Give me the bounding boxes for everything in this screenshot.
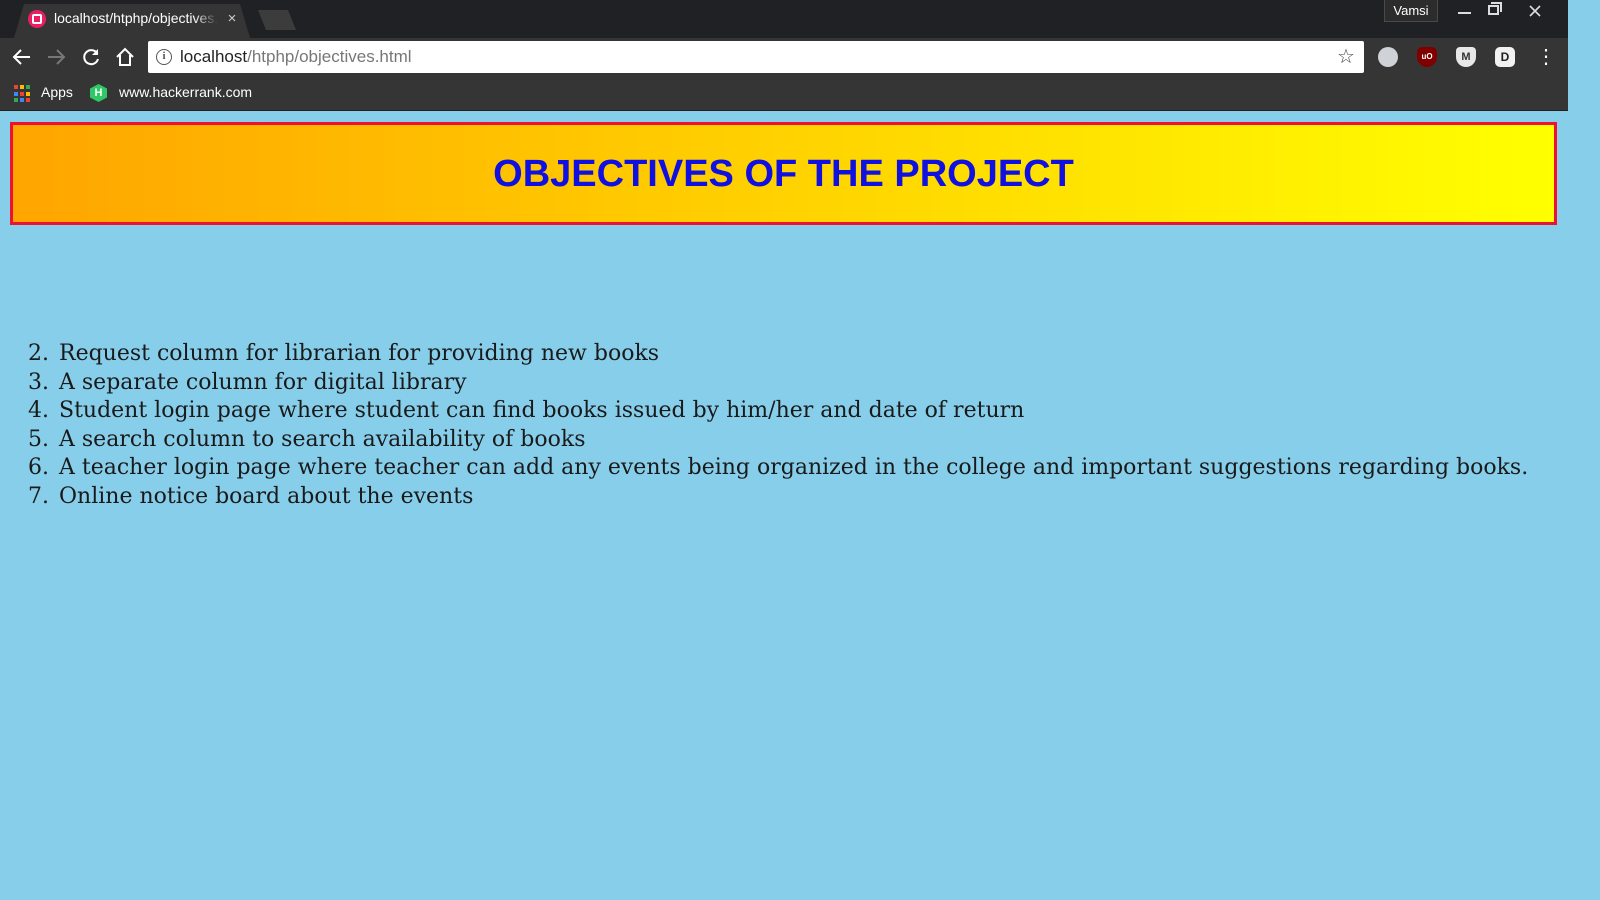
url-host: localhost bbox=[180, 47, 248, 66]
ublock-icon[interactable]: uO bbox=[1417, 47, 1437, 67]
bookmark-apps[interactable]: Apps bbox=[41, 84, 73, 100]
box-extension-icon[interactable]: D bbox=[1495, 47, 1515, 67]
list-item-text: Request column for librarian for providi… bbox=[59, 341, 660, 366]
close-icon bbox=[1529, 5, 1541, 17]
list-item: 5. A search column to search availability… bbox=[28, 426, 1538, 455]
bookmarks-bar: Apps H www.hackerrank.com bbox=[0, 76, 1568, 111]
objectives-list: 2. Request column for librarian for provi… bbox=[28, 340, 1538, 511]
list-item-number: 5. bbox=[28, 426, 49, 452]
hackerrank-icon[interactable]: H bbox=[90, 84, 107, 102]
list-item: 7. Online notice board about the events bbox=[28, 483, 1538, 512]
list-item-text: Student login page where student can fin… bbox=[59, 398, 1025, 423]
title-banner: OBJECTIVES OF THE PROJECT bbox=[10, 122, 1557, 225]
site-favicon-icon bbox=[28, 10, 46, 28]
minimize-icon bbox=[1458, 12, 1471, 14]
tab-close-icon[interactable]: × bbox=[224, 9, 240, 29]
url-text[interactable]: localhost/htphp/objectives.html bbox=[180, 47, 412, 67]
home-icon bbox=[116, 47, 134, 66]
back-arrow-icon bbox=[12, 49, 30, 65]
page-content: OBJECTIVES OF THE PROJECT 2. Request colu… bbox=[0, 111, 1568, 882]
restore-button[interactable] bbox=[1480, 0, 1510, 22]
new-tab-button[interactable] bbox=[258, 10, 296, 30]
minimize-button[interactable] bbox=[1450, 0, 1480, 22]
bookmark-hackerrank[interactable]: www.hackerrank.com bbox=[119, 84, 252, 100]
list-item-number: 7. bbox=[28, 483, 49, 509]
restore-icon bbox=[1488, 5, 1499, 15]
home-button[interactable] bbox=[112, 44, 138, 70]
list-item-number: 6. bbox=[28, 455, 49, 480]
bookmark-star-icon[interactable]: ☆ bbox=[1334, 44, 1358, 70]
browser-toolbar: i localhost/htphp/objectives.html ☆ uO M… bbox=[0, 38, 1568, 76]
list-item: 2. Request column for librarian for provi… bbox=[28, 340, 1538, 369]
shield-extension-icon[interactable]: M bbox=[1456, 47, 1476, 67]
browser-tab[interactable]: localhost/htphp/objectives.html × bbox=[14, 4, 250, 38]
tab-strip: localhost/htphp/objectives.html × Vamsi bbox=[0, 0, 1568, 38]
list-item-number: 2. bbox=[28, 341, 49, 366]
forward-button[interactable] bbox=[43, 44, 69, 70]
reload-button[interactable] bbox=[78, 44, 104, 70]
back-button[interactable] bbox=[9, 44, 35, 70]
list-item-number: 3. bbox=[28, 369, 49, 395]
close-window-button[interactable] bbox=[1520, 0, 1550, 22]
site-info-icon[interactable]: i bbox=[156, 49, 172, 65]
list-item-text: Online notice board about the events bbox=[59, 483, 474, 509]
list-item-number: 4. bbox=[28, 398, 49, 423]
page-title: OBJECTIVES OF THE PROJECT bbox=[493, 153, 1074, 195]
list-item: 4. Student login page where student can f… bbox=[28, 397, 1538, 426]
list-item-text: A search column to search availability o… bbox=[59, 426, 586, 452]
menu-dots-icon[interactable]: ⋮ bbox=[1536, 46, 1556, 68]
forward-arrow-icon bbox=[48, 49, 66, 65]
list-item: 6. A teacher login page where teacher can… bbox=[28, 454, 1538, 483]
profile-button[interactable]: Vamsi bbox=[1384, 0, 1438, 22]
address-bar[interactable]: i localhost/htphp/objectives.html ☆ bbox=[148, 41, 1364, 73]
url-path: /htphp/objectives.html bbox=[247, 47, 412, 66]
tab-title: localhost/htphp/objectives.html bbox=[54, 10, 218, 26]
apps-grid-icon[interactable] bbox=[14, 85, 32, 103]
list-item-text: A teacher login page where teacher can a… bbox=[59, 455, 1529, 480]
list-item: 3. A separate column for digital library bbox=[28, 369, 1538, 398]
list-item-text: A separate column for digital library bbox=[59, 369, 467, 395]
cloud-extension-icon[interactable] bbox=[1378, 47, 1398, 67]
reload-icon bbox=[83, 49, 99, 66]
